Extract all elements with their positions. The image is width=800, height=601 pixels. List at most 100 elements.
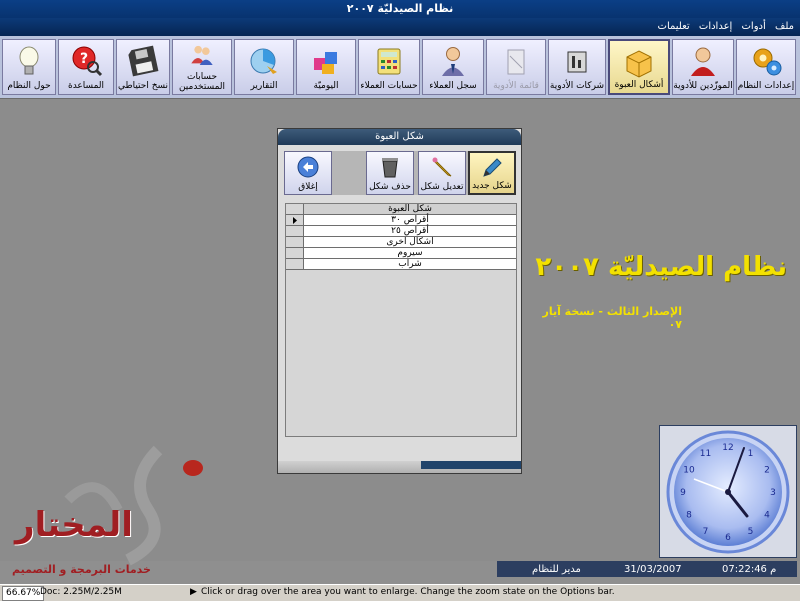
toolbar-label: إعدادات النظام xyxy=(737,81,795,91)
menu-settings[interactable]: إعدادات xyxy=(699,21,732,32)
new-form-button[interactable]: شكل جديد xyxy=(468,151,516,195)
back-icon xyxy=(297,156,319,178)
logo-tagline: خدمات البرمجة و التصميم xyxy=(12,563,151,576)
host-status-bar: 66.67% Doc: 2.25M/2.25M ▶ Click or drag … xyxy=(0,584,800,601)
status-hint: Click or drag over the area you want to … xyxy=(201,587,615,597)
menu-tools[interactable]: أدوات xyxy=(742,21,766,32)
toolbar-system-settings[interactable]: إعدادات النظام xyxy=(736,39,796,95)
play-arrow-icon[interactable]: ▶ xyxy=(190,586,197,599)
cubes-icon xyxy=(314,52,337,74)
status-user: مدير للنظام xyxy=(532,564,581,575)
doc-size[interactable]: Doc: 2.25M/2.25M xyxy=(40,586,122,599)
dialog-footer xyxy=(278,461,521,473)
main-toolbar: إعدادات النظام الموزّدين للأدوية أشكال ا… xyxy=(0,36,800,99)
toolbar-help[interactable]: ? المساعدة xyxy=(58,39,114,95)
grid-header: شكل العبوة xyxy=(286,204,516,215)
factory-icon xyxy=(567,51,587,73)
toolbar-label: حول النظام xyxy=(7,81,51,91)
clock-number: 12 xyxy=(722,443,733,453)
toolbar-customer-records[interactable]: سجل العملاء xyxy=(422,39,484,95)
clock-number: 4 xyxy=(764,511,770,521)
toolbar-customer-accounts[interactable]: حسابات العملاء xyxy=(358,39,420,95)
help-icon: ? xyxy=(72,46,103,77)
grid-cell[interactable]: سيروم xyxy=(304,248,516,259)
toolbar-label: نسخ احتياطي xyxy=(117,81,169,91)
analog-clock: 12 1 2 3 4 5 6 7 8 9 10 11 xyxy=(659,425,797,558)
package-form-grid[interactable]: شكل العبوة أقراص ٣٠ أقراص ٢٥ اشكال اخرى … xyxy=(285,203,517,437)
menu-bar: ملف أدوات إعدادات تعليمات xyxy=(0,18,800,36)
gear-icon xyxy=(753,48,782,76)
bulb-icon xyxy=(19,46,39,75)
table-row[interactable]: أقراص ٢٥ xyxy=(286,226,516,237)
toolbar-label: المساعدة xyxy=(67,81,105,91)
logo-name: المختار xyxy=(15,505,133,545)
row-indicator[interactable] xyxy=(286,226,304,237)
person-icon xyxy=(691,47,715,76)
customer-icon xyxy=(442,47,464,76)
table-row[interactable]: اشكال اخرى xyxy=(286,237,516,248)
clock-number: 1 xyxy=(748,449,754,459)
toolbar-package-forms[interactable]: أشكال العبوة xyxy=(608,39,670,95)
toolbar-reports[interactable]: التقارير xyxy=(234,39,294,95)
row-indicator[interactable] xyxy=(286,215,304,226)
svg-text:?: ? xyxy=(80,51,88,67)
banner-title: نظام الصيدليّة ٢٠٠٧ xyxy=(535,252,787,282)
clock-number: 5 xyxy=(748,527,754,537)
users-icon xyxy=(191,45,213,65)
table-row[interactable]: شراب xyxy=(286,259,516,270)
zoom-level[interactable]: 66.67% xyxy=(2,586,45,601)
toolbar-backup[interactable]: نسخ احتياطي xyxy=(116,39,170,95)
pencil-icon xyxy=(432,157,452,177)
row-indicator[interactable] xyxy=(286,259,304,270)
clock-number: 8 xyxy=(686,511,692,521)
status-time: م 07:22:46 xyxy=(722,564,777,575)
toolbar-user-accounts[interactable]: حسابات المستخدمين xyxy=(172,39,232,95)
menu-help[interactable]: تعليمات xyxy=(658,21,690,32)
clock-number: 3 xyxy=(770,488,776,498)
clock-number: 2 xyxy=(764,466,770,476)
clock-number: 11 xyxy=(700,449,711,459)
grid-cell[interactable]: أقراص ٢٥ xyxy=(304,226,516,237)
toolbar-label: قائمة الأدوية xyxy=(493,81,539,91)
toolbar-medicine-list[interactable]: قائمة الأدوية xyxy=(486,39,546,95)
package-form-dialog: شكل العبوة شكل جديد تعديل شكل حذف شكل إغ… xyxy=(277,128,522,474)
toolbar-label: التقارير xyxy=(250,81,278,91)
toolbar-label: أشكال العبوة xyxy=(614,80,664,90)
grid-cell[interactable]: شراب xyxy=(304,259,516,270)
report-icon xyxy=(250,48,277,74)
dialog-title: شكل العبوة xyxy=(278,129,521,145)
toolbar-suppliers[interactable]: الموزّدين للأدوية xyxy=(672,39,734,95)
row-indicator[interactable] xyxy=(286,248,304,259)
table-row[interactable]: سيروم xyxy=(286,248,516,259)
trash-icon xyxy=(382,158,398,178)
clock-number: 7 xyxy=(703,527,709,537)
current-row-arrow-icon xyxy=(293,217,297,224)
grid-header-cell[interactable]: شكل العبوة xyxy=(304,204,516,215)
toolbar-label: سجل العملاء xyxy=(429,81,477,91)
toolbar-pharma-companies[interactable]: شركات الأدوية xyxy=(548,39,606,95)
toolbar-about[interactable]: حول النظام xyxy=(2,39,56,95)
floppy-icon xyxy=(128,45,159,77)
close-label: إغلاق xyxy=(298,182,318,192)
toolbar-label: حسابات العملاء xyxy=(360,81,418,91)
toolbar-label: شركات الأدوية xyxy=(549,81,605,91)
toolbar-daily[interactable]: اليوميّة xyxy=(296,39,356,95)
pen-icon xyxy=(483,158,502,177)
delete-form-button[interactable]: حذف شكل xyxy=(366,151,414,195)
row-indicator[interactable] xyxy=(286,237,304,248)
window-title: نظام الصيدليّة ٢٠٠٧ xyxy=(0,0,800,18)
menu-file[interactable]: ملف xyxy=(775,21,794,32)
grid-cell[interactable]: اشكال اخرى xyxy=(304,237,516,248)
clock-number: 6 xyxy=(725,533,731,543)
clock-face: 12 12 3 45 6 7 8 9 10 11 xyxy=(666,430,790,554)
clock-number: 9 xyxy=(680,488,686,498)
toolbar-label: حسابات المستخدمين xyxy=(178,72,226,92)
clock-number: 10 xyxy=(683,466,695,476)
close-button[interactable]: إغلاق xyxy=(284,151,332,195)
grid-cell[interactable]: أقراص ٣٠ xyxy=(304,215,516,226)
edit-form-button[interactable]: تعديل شكل xyxy=(418,151,466,195)
calculator-icon xyxy=(377,48,401,75)
table-row[interactable]: أقراص ٣٠ xyxy=(286,215,516,226)
toolbar-label: الموزّدين للأدوية xyxy=(673,81,733,91)
medicine-icon xyxy=(507,49,525,75)
